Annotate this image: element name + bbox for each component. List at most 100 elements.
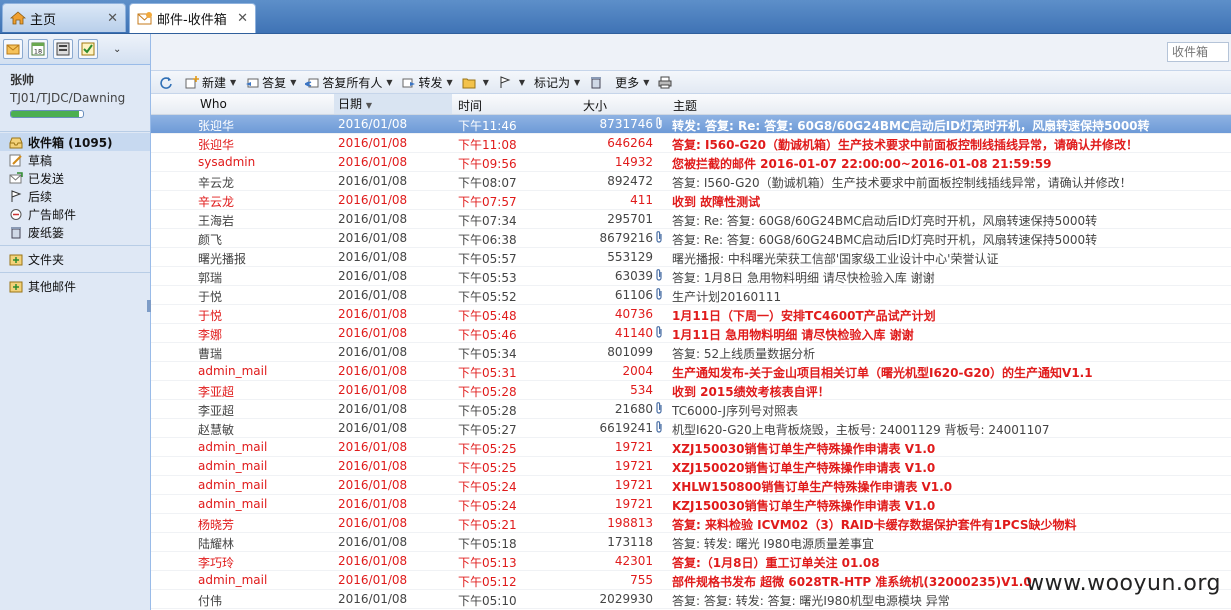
message-row[interactable]: 于悦 2016/01/08 下午05:48 40736 1月11日（下周一）安排TC46… [151,305,1231,324]
forward-button[interactable]: 转发 ▼ [402,74,453,91]
folder-icon [462,76,476,89]
message-row[interactable]: 曙光播报 2016/01/08 下午05:57 553129 曙光播报: 中科曙光荣获工… [151,248,1231,267]
folder-drafts[interactable]: 草稿 [0,151,150,169]
top-tab-bar: 主页 ✕ 邮件-收件箱 ✕ [0,0,1231,34]
message-row[interactable]: 曹瑞 2016/01/08 下午05:34 801099 答复: 52上线质量数据分析 [151,343,1231,362]
message-date: 2016/01/08 [338,402,408,416]
message-time: 下午11:08 [458,138,517,152]
message-date: 2016/01/08 [338,478,408,492]
message-sender: 李巧玲 [198,556,235,570]
message-row[interactable]: sysadmin 2016/01/08 下午09:56 14932 您被拦截的邮件 20… [151,153,1231,172]
reply-all-button[interactable]: 答复所有人 ▼ [303,74,393,91]
message-sender: 李娜 [198,328,223,342]
folder-folders[interactable]: 文件夹 [0,250,150,268]
message-sender: 于悦 [198,290,223,304]
message-row[interactable]: admin_mail 2016/01/08 下午05:31 2004 生产通知发布-关于… [151,362,1231,381]
column-who[interactable]: Who [200,97,227,111]
mark-as-button[interactable]: 标记为 ▼ [534,74,580,91]
folder-trash[interactable]: 废纸篓 [0,223,150,241]
tab-mail-inbox[interactable]: 邮件-收件箱 ✕ [129,3,256,33]
message-size: 173118 [607,535,653,549]
message-row[interactable]: 赵慧敏 2016/01/08 下午05:27 6619241 机型I620-G20上电背… [151,419,1231,438]
folder-other-mail[interactable]: 其他邮件 [0,277,150,295]
reply-icon [245,76,259,89]
message-time: 下午09:56 [458,157,517,171]
message-date: 2016/01/08 [338,497,408,511]
message-row[interactable]: 李亚超 2016/01/08 下午05:28 534 收到 2015绩效考核表自评！ [151,381,1231,400]
folder-inbox[interactable]: 收件箱 (1095) [0,133,150,151]
message-size: 534 [630,383,653,397]
message-row[interactable]: 李娜 2016/01/08 下午05:46 41140 1月11日 急用物料明细 请尽快… [151,324,1231,343]
message-row[interactable]: admin_mail 2016/01/08 下午05:24 19721 XHLW1508… [151,476,1231,495]
refresh-button[interactable] [159,76,176,89]
mail-icon [137,11,153,26]
mail-tool-icon[interactable] [3,39,23,59]
close-icon[interactable]: ✕ [107,11,118,26]
todo-icon[interactable] [78,39,98,59]
folder-sent[interactable]: 已发送 [0,169,150,187]
message-time: 下午05:27 [458,423,517,437]
calendar-icon[interactable]: 18 [28,39,48,59]
reply-button-label: 答复 [262,75,287,90]
folder-ads[interactable]: 广告邮件 [0,205,150,223]
message-date: 2016/01/08 [338,136,408,150]
message-date: 2016/01/08 [338,326,408,340]
message-time: 下午05:46 [458,328,517,342]
column-time[interactable]: 时间 [458,97,482,114]
message-sender: admin_mail [198,459,268,473]
new-button[interactable]: 新建 ▼ [185,74,236,91]
message-row[interactable]: 李亚超 2016/01/08 下午05:28 21680 TC6000-J序列号对照表 [151,400,1231,419]
flag-button[interactable]: ▼ [498,75,525,89]
message-row[interactable]: 颜飞 2016/01/08 下午06:38 8679216 答复: Re: 答复: 60… [151,229,1231,248]
message-subject: 答复: Re: 答复: 60G8/60G24BMC启动后ID灯亮时开机，风扇转速… [672,214,1098,228]
message-row[interactable]: 郭瑞 2016/01/08 下午05:53 63039 答复: 1月8日 急用物料明细 … [151,267,1231,286]
message-sender: admin_mail [198,440,268,454]
message-sender: 曙光播报 [198,252,247,266]
folder-list: 收件箱 (1095) 草稿 已发送 后续 广告邮件 废纸篓 文件夹 其他邮件 [0,131,150,295]
message-sender: admin_mail [198,364,268,378]
message-row[interactable]: 辛云龙 2016/01/08 下午08:07 892472 答复: I560-G20（勤… [151,172,1231,191]
message-sender: 杨晓芳 [198,518,235,532]
print-button[interactable] [658,76,675,89]
user-info: 张帅 TJ01/TJDC/Dawning [0,65,150,131]
tab-home-label: 主页 [30,12,57,28]
column-size[interactable]: 大小 [583,97,607,114]
message-sender: 李亚超 [198,404,235,418]
message-time: 下午05:21 [458,518,517,532]
close-icon[interactable]: ✕ [237,11,248,26]
message-row[interactable]: 王海岩 2016/01/08 下午07:34 295701 答复: Re: 答复: 60… [151,210,1231,229]
reply-button[interactable]: 答复 ▼ [245,74,296,91]
message-row[interactable]: 李巧玲 2016/01/08 下午05:13 42301 答复:（1月8日）重工订单关注… [151,552,1231,571]
message-date: 2016/01/08 [338,516,408,530]
tab-home[interactable]: 主页 ✕ [2,3,126,32]
message-row[interactable]: 辛云龙 2016/01/08 下午07:57 411 收到 故障性测试 [151,191,1231,210]
column-date[interactable]: 日期 ▼ [334,94,452,114]
folder-inbox-label: 收件箱 (1095) [28,135,113,150]
message-row[interactable]: admin_mail 2016/01/08 下午05:25 19721 XZJ15002… [151,457,1231,476]
message-sender: admin_mail [198,478,268,492]
move-folder-button[interactable]: ▼ [462,76,489,89]
message-time: 下午07:57 [458,195,517,209]
message-row[interactable]: admin_mail 2016/01/08 下午05:25 19721 XZJ15003… [151,438,1231,457]
folder-followup[interactable]: 后续 [0,187,150,205]
message-sender: 李亚超 [198,385,235,399]
message-row[interactable]: admin_mail 2016/01/08 下午05:24 19721 KZJ15003… [151,495,1231,514]
attachment-icon [654,231,668,246]
message-size: 411 [630,193,653,207]
message-row[interactable]: 张迎华 2016/01/08 下午11:46 8731746 转发: 答复: Re: 答… [151,115,1231,134]
message-row[interactable]: 于悦 2016/01/08 下午05:52 61106 生产计划20160111 [151,286,1231,305]
message-date: 2016/01/08 [338,364,408,378]
sidebar-toolbar: 18 ⌄ [0,34,150,65]
message-sender: 辛云龙 [198,195,235,209]
more-button[interactable]: 更多 ▼ [615,74,649,91]
contacts-icon[interactable] [53,39,73,59]
search-input[interactable] [1167,42,1229,62]
message-row[interactable]: 张迎华 2016/01/08 下午11:08 646264 答复: I560-G20（勤… [151,134,1231,153]
message-row[interactable]: 杨晓芳 2016/01/08 下午05:21 198813 答复: 来料检验 ICVM0… [151,514,1231,533]
message-row[interactable]: 陆耀林 2016/01/08 下午05:18 173118 答复: 转发: 曙光 I98… [151,533,1231,552]
message-date: 2016/01/08 [338,212,408,226]
delete-button[interactable] [589,76,606,89]
chevron-down-icon[interactable]: ⌄ [113,44,121,55]
column-subject[interactable]: 主题 [673,97,697,114]
message-date: 2016/01/08 [338,573,408,587]
